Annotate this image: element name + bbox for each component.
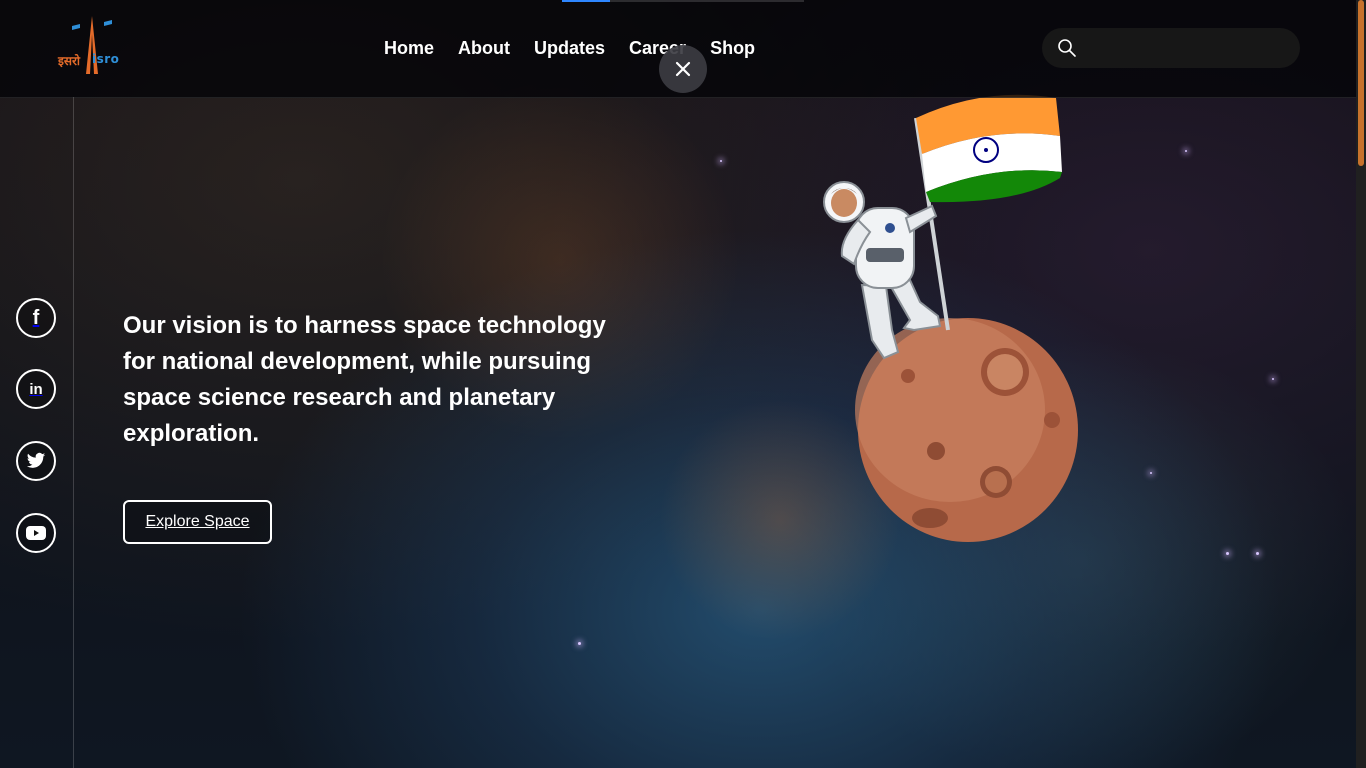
facebook-icon: f (32, 306, 40, 329)
indian-flag (916, 94, 1062, 203)
linkedin-icon: in (29, 380, 43, 398)
facebook-link[interactable]: f (16, 298, 56, 338)
nav-shop[interactable]: Shop (710, 36, 755, 60)
astronaut-flag-illustration (823, 94, 1078, 542)
twitter-link[interactable] (16, 441, 56, 481)
nav-updates[interactable]: Updates (534, 36, 605, 60)
star (720, 160, 722, 162)
logo-english-text: isro (92, 52, 120, 66)
page-scrollbar[interactable] (1356, 0, 1366, 768)
search-icon[interactable] (1057, 38, 1077, 58)
star (1226, 552, 1229, 555)
scroll-progress-fill (562, 0, 611, 2)
hero-vision-text: Our vision is to harness space technolog… (123, 312, 606, 447)
search-box[interactable] (1042, 28, 1300, 68)
nav-about[interactable]: About (458, 36, 510, 60)
twitter-icon (26, 452, 46, 468)
nav-home[interactable]: Home (384, 36, 434, 60)
isro-rocket-logo-icon[interactable] (56, 14, 126, 80)
explore-space-button[interactable]: Explore Space (123, 500, 272, 544)
search-input[interactable] (1087, 39, 1291, 57)
youtube-icon (26, 526, 46, 540)
star (1272, 378, 1274, 380)
scrollbar-thumb[interactable] (1358, 0, 1364, 166)
close-button[interactable] (659, 45, 707, 93)
star (1256, 552, 1259, 555)
logo-hindi-text: इसरो (58, 54, 81, 68)
main-nav: Home About Updates Career Shop (384, 36, 779, 60)
sidebar-divider (73, 97, 74, 768)
youtube-link[interactable] (16, 513, 56, 553)
star (578, 642, 581, 645)
close-icon (675, 61, 691, 77)
linkedin-link[interactable]: in (16, 369, 56, 409)
star (1150, 472, 1152, 474)
scroll-progress-bar (562, 0, 804, 2)
star (1185, 150, 1187, 152)
